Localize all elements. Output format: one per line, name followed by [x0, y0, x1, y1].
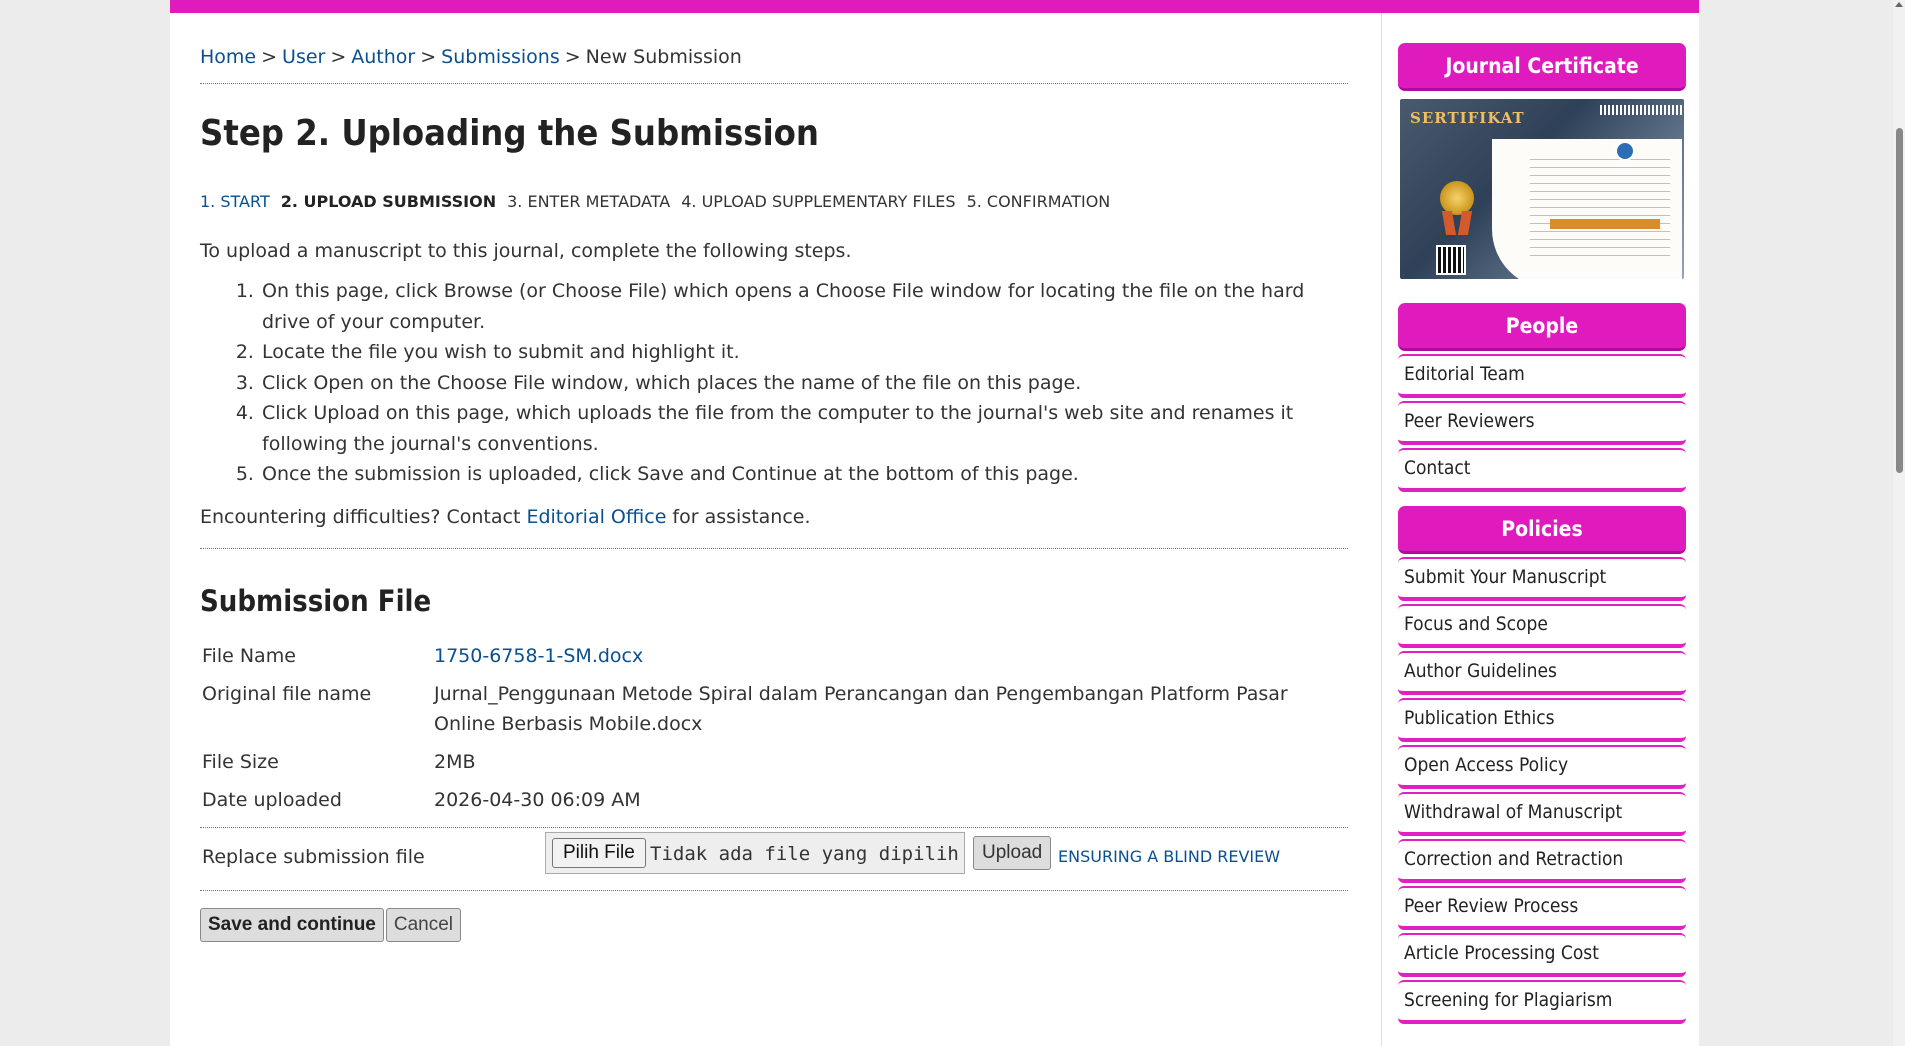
file-name-value: 1750-6758-1-SM.docx: [432, 637, 1348, 675]
original-file-name-value: Jurnal_Penggunaan Metode Spiral dalam Pe…: [434, 682, 1288, 735]
sidebar-item-editorial-team[interactable]: Editorial Team: [1398, 354, 1686, 398]
certificate-title: SERTIFIKAT: [1410, 109, 1525, 127]
instructions-list: On this page, click Browse (or Choose Fi…: [200, 276, 1348, 490]
sidebar-item-peer-review-process[interactable]: Peer Review Process: [1398, 886, 1686, 930]
breadcrumb-user[interactable]: User: [282, 46, 325, 68]
file-size-value: 2MB: [434, 750, 476, 773]
breadcrumb-separator: >: [261, 46, 278, 68]
sidebar-item-publication-ethics[interactable]: Publication Ethics: [1398, 698, 1686, 742]
help-text-before: Encountering difficulties? Contact: [200, 505, 527, 528]
step-upload-supplementary: 4. UPLOAD SUPPLEMENTARY FILES: [681, 192, 956, 211]
original-file-name-label: Original file name: [202, 682, 372, 705]
page-container: Home > User > Author > Submissions > New Submiss…: [170, 13, 1699, 1046]
section-title: Submission File: [200, 583, 432, 618]
breadcrumb-author[interactable]: Author: [351, 46, 415, 68]
step-start[interactable]: 1. START: [200, 192, 270, 211]
certificate-image[interactable]: SERTIFIKAT: [1400, 99, 1684, 279]
sidebar-item-article-processing-cost[interactable]: Article Processing Cost: [1398, 933, 1686, 977]
scrollbar-thumb[interactable]: [1896, 128, 1903, 473]
sidebar-item-contact[interactable]: Contact: [1398, 448, 1686, 492]
policies-list: Submit Your Manuscript Focus and Scope A…: [1398, 557, 1686, 1024]
sidebar-item-author-guidelines[interactable]: Author Guidelines: [1398, 651, 1686, 695]
sidebar-item-plagiarism-screening[interactable]: Screening for Plagiarism: [1398, 980, 1686, 1024]
breadcrumb-separator: >: [330, 46, 347, 68]
file-size-label: File Size: [202, 750, 279, 773]
people-list: Editorial Team Peer Reviewers Contact: [1398, 354, 1686, 492]
sidebar-divider: [1381, 13, 1382, 1046]
file-input[interactable]: Pilih File Tidak ada file yang dipilih: [545, 831, 965, 874]
replace-file-row: Replace submission file Pilih File Tidak…: [200, 826, 1348, 891]
medal-icon: [1440, 181, 1474, 215]
save-and-continue-button[interactable]: Save and continue: [200, 907, 384, 942]
table-row: Date uploaded 2026-04-30 06:09 AM: [200, 781, 1348, 819]
certificate-logo-icon: [1615, 141, 1635, 161]
breadcrumb-home[interactable]: Home: [200, 46, 256, 68]
blind-review-link[interactable]: ENSURING A BLIND REVIEW: [1058, 842, 1280, 872]
upload-button[interactable]: Upload: [973, 835, 1052, 870]
step-upload-submission: 2. UPLOAD SUBMISSION: [280, 192, 497, 211]
file-name-label: File Name: [202, 644, 296, 667]
sidebar-item-open-access[interactable]: Open Access Policy: [1398, 745, 1686, 789]
sidebar: Journal Certificate SERTIFIKAT People Ed…: [1398, 43, 1686, 1024]
people-header: People: [1398, 303, 1686, 351]
main-content: Home > User > Author > Submissions > New Submiss…: [200, 13, 1348, 942]
certificate-text-lines: [1530, 159, 1670, 259]
page-title: Step 2. Uploading the Submission: [200, 113, 819, 154]
scroll-up-arrow-icon[interactable]: [1895, 2, 1903, 7]
instruction-item: Click Open on the Choose File window, wh…: [260, 368, 1348, 399]
help-text: Encountering difficulties? Contact Edito…: [200, 502, 1348, 532]
sidebar-item-focus-scope[interactable]: Focus and Scope: [1398, 604, 1686, 648]
divider: [200, 83, 1348, 84]
top-accent-bar: [170, 0, 1699, 13]
step-confirmation: 5. CONFIRMATION: [966, 192, 1111, 211]
breadcrumb: Home > User > Author > Submissions > New Submiss…: [200, 43, 1348, 71]
qr-code-icon: [1436, 245, 1466, 275]
replace-file-label: Replace submission file: [202, 845, 425, 868]
breadcrumb-separator: >: [564, 46, 581, 68]
sidebar-item-submit-manuscript[interactable]: Submit Your Manuscript: [1398, 557, 1686, 601]
table-row: File Size 2MB: [200, 743, 1348, 781]
submission-steps: 1. START 2. UPLOAD SUBMISSION 3. ENTER MET…: [200, 190, 1348, 214]
date-uploaded-value: 2026-04-30 06:09 AM: [434, 788, 641, 811]
breadcrumb-current: New Submission: [585, 46, 742, 68]
certificate-barcode: [1600, 105, 1684, 115]
journal-certificate-header: Journal Certificate: [1398, 43, 1686, 91]
sidebar-item-correction-retraction[interactable]: Correction and Retraction: [1398, 839, 1686, 883]
sidebar-item-peer-reviewers[interactable]: Peer Reviewers: [1398, 401, 1686, 445]
instruction-item: Locate the file you wish to submit and h…: [260, 337, 1348, 368]
instruction-item: Once the submission is uploaded, click S…: [260, 459, 1348, 490]
file-status-text: Tidak ada file yang dipilih: [650, 842, 959, 865]
table-row: Original file name Jurnal_Penggunaan Met…: [200, 675, 1348, 743]
choose-file-button[interactable]: Pilih File: [552, 837, 646, 868]
date-uploaded-label: Date uploaded: [202, 788, 342, 811]
instruction-item: Click Upload on this page, which uploads…: [260, 398, 1348, 459]
help-text-after: for assistance.: [666, 505, 811, 528]
page-scrollbar[interactable]: [1893, 0, 1905, 1046]
divider: [200, 547, 1348, 549]
submission-file-table: File Name 1750-6758-1-SM.docx Original f…: [200, 637, 1348, 819]
sidebar-item-withdrawal[interactable]: Withdrawal of Manuscript: [1398, 792, 1686, 836]
cancel-button[interactable]: Cancel: [385, 907, 462, 942]
table-row: File Name 1750-6758-1-SM.docx: [200, 637, 1348, 675]
step-enter-metadata: 3. ENTER METADATA: [507, 192, 671, 211]
form-actions: Save and continue Cancel: [200, 907, 1348, 942]
editorial-office-link[interactable]: Editorial Office: [526, 506, 666, 528]
intro-text: To upload a manuscript to this journal, …: [200, 240, 852, 262]
file-name-link[interactable]: 1750-6758-1-SM.docx: [434, 645, 643, 667]
certificate-band: [1550, 219, 1660, 229]
breadcrumb-submissions[interactable]: Submissions: [441, 46, 560, 68]
policies-header: Policies: [1398, 506, 1686, 554]
instruction-item: On this page, click Browse (or Choose Fi…: [260, 276, 1348, 337]
breadcrumb-separator: >: [420, 46, 437, 68]
